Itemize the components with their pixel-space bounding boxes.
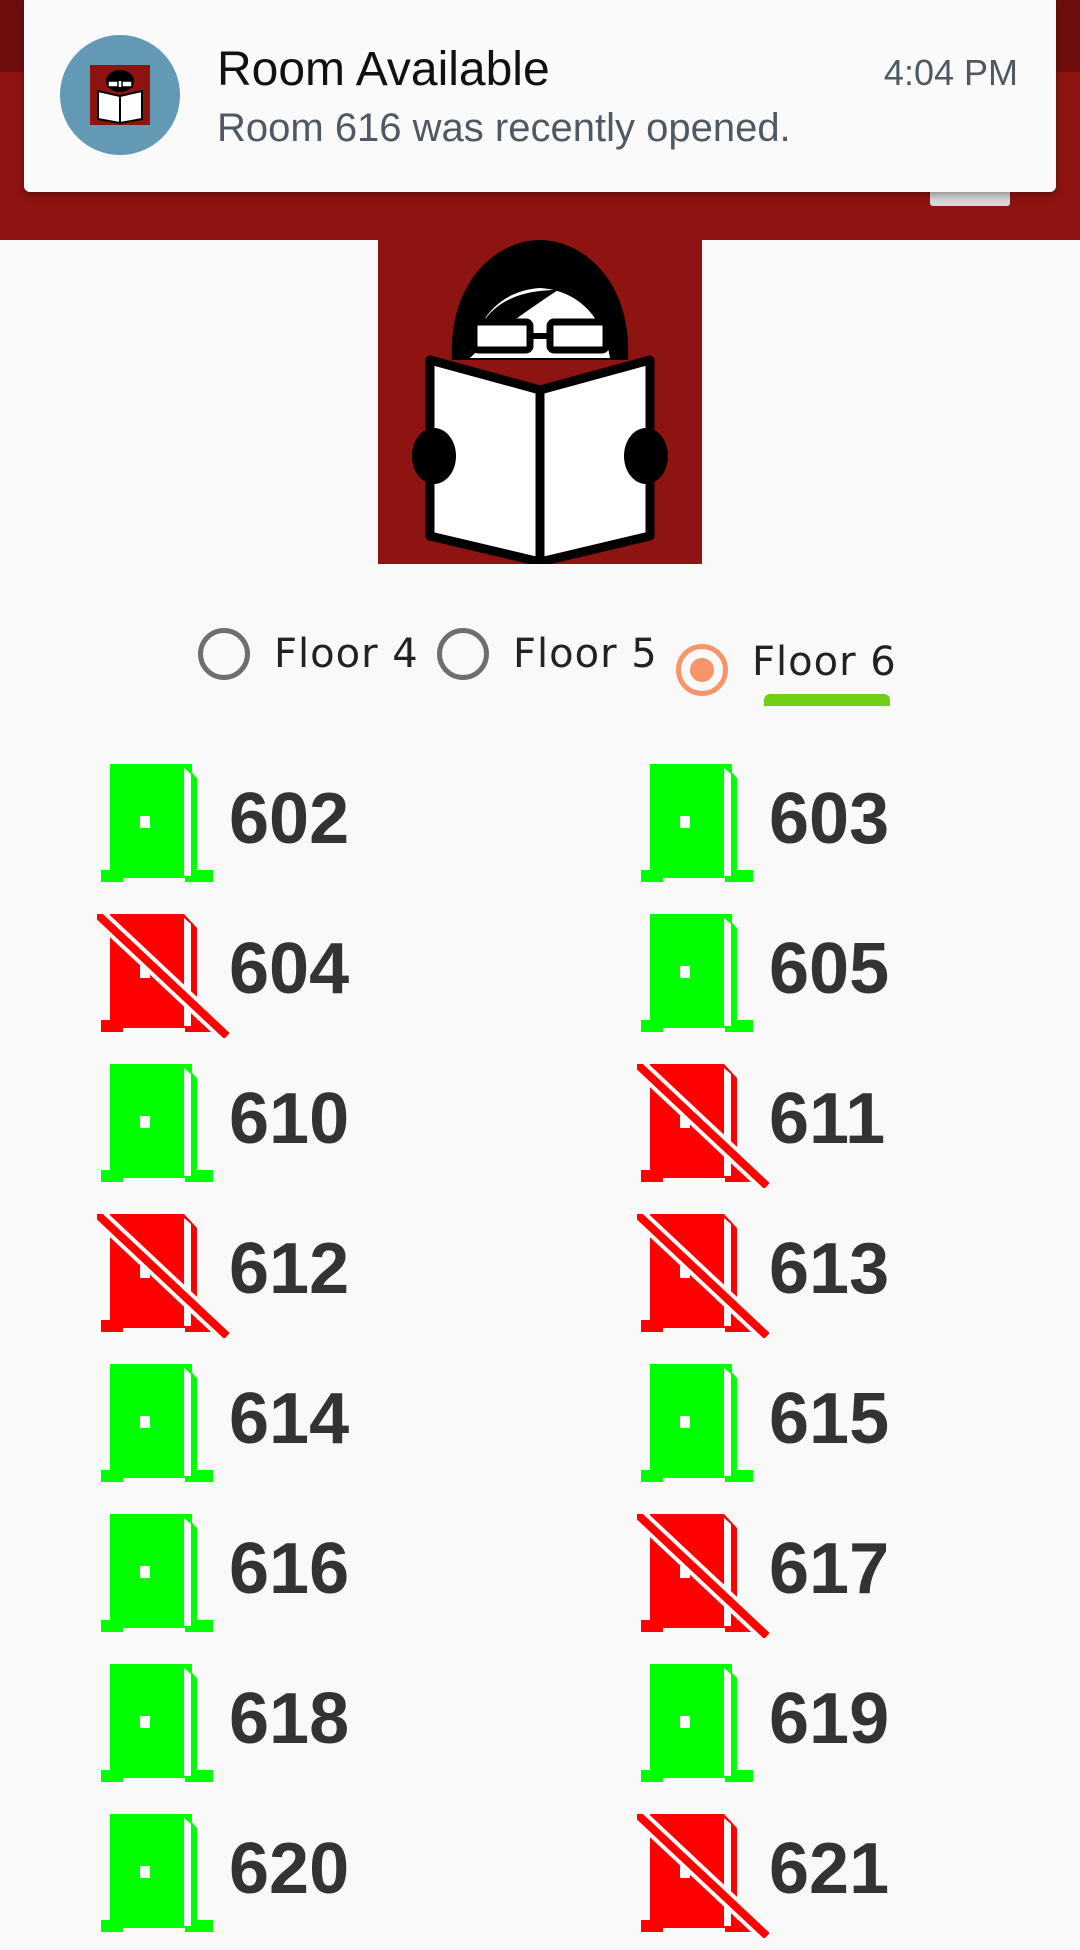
- radio-floor-6[interactable]: Floor 6: [676, 628, 897, 696]
- notification-card[interactable]: Room Available Room 616 was recently ope…: [24, 0, 1056, 192]
- room-number: 621: [769, 1829, 890, 1909]
- door-open-icon: [637, 764, 769, 888]
- room-number: 603: [769, 779, 890, 859]
- room-number: 613: [769, 1229, 890, 1309]
- radio-floor-5[interactable]: Floor 5: [437, 628, 658, 680]
- room-617[interactable]: 617: [631, 1500, 1037, 1650]
- door-open-icon: [97, 1064, 229, 1188]
- room-number: 604: [229, 929, 350, 1009]
- room-603[interactable]: 603: [637, 750, 1037, 900]
- radio-button[interactable]: [437, 628, 489, 680]
- app-logo: [378, 240, 702, 567]
- door-unavailable-icon: [631, 1808, 773, 1942]
- radio-button[interactable]: [198, 628, 250, 680]
- door-open-icon: [637, 1664, 769, 1788]
- room-605[interactable]: 605: [637, 900, 1037, 1050]
- room-604[interactable]: 604: [91, 900, 497, 1050]
- room-number: 616: [229, 1529, 350, 1609]
- room-number: 611: [769, 1079, 886, 1159]
- room-610[interactable]: 610: [97, 1050, 497, 1200]
- room-614[interactable]: 614: [97, 1350, 497, 1500]
- room-616[interactable]: 616: [97, 1500, 497, 1650]
- door-open-icon: [97, 1814, 229, 1938]
- room-615[interactable]: 615: [637, 1350, 1037, 1500]
- radio-button-selected[interactable]: [676, 644, 728, 696]
- notification-title: Room Available: [217, 43, 550, 96]
- room-number: 614: [229, 1379, 350, 1459]
- room-number: 619: [769, 1679, 890, 1759]
- room-620[interactable]: 620: [97, 1800, 497, 1950]
- room-613[interactable]: 613: [631, 1200, 1037, 1350]
- room-621[interactable]: 621: [631, 1800, 1037, 1950]
- app-icon: [60, 35, 180, 155]
- room-number: 602: [229, 779, 350, 859]
- radio-floor-4[interactable]: Floor 4: [198, 628, 419, 680]
- notification-text: Room 616 was recently opened.: [217, 106, 791, 150]
- door-unavailable-icon: [631, 1208, 773, 1342]
- room-number: 605: [769, 929, 890, 1009]
- room-number: 617: [769, 1529, 890, 1609]
- door-unavailable-icon: [91, 1208, 233, 1342]
- door-unavailable-icon: [91, 908, 233, 1042]
- door-open-icon: [97, 1364, 229, 1488]
- radio-label: Floor 5: [513, 631, 658, 677]
- room-number: 618: [229, 1679, 350, 1759]
- radio-label: Floor 6: [752, 639, 897, 685]
- door-open-icon: [97, 1514, 229, 1638]
- room-619[interactable]: 619: [637, 1650, 1037, 1800]
- door-open-icon: [637, 914, 769, 1038]
- notification-time: 4:04 PM: [883, 52, 1018, 93]
- floor-selector: Floor 4 Floor 5 Floor 6: [0, 620, 1080, 710]
- selected-floor-indicator: [764, 694, 890, 706]
- door-open-icon: [97, 1664, 229, 1788]
- radio-label: Floor 4: [274, 631, 419, 677]
- room-611[interactable]: 611: [631, 1050, 1037, 1200]
- door-open-icon: [637, 1364, 769, 1488]
- room-number: 612: [229, 1229, 350, 1309]
- room-618[interactable]: 618: [97, 1650, 497, 1800]
- door-open-icon: [97, 764, 229, 888]
- door-unavailable-icon: [631, 1058, 773, 1192]
- room-number: 610: [229, 1079, 350, 1159]
- door-unavailable-icon: [631, 1508, 773, 1642]
- room-602[interactable]: 602: [97, 750, 497, 900]
- room-number: 620: [229, 1829, 350, 1909]
- room-number: 615: [769, 1379, 890, 1459]
- room-612[interactable]: 612: [91, 1200, 497, 1350]
